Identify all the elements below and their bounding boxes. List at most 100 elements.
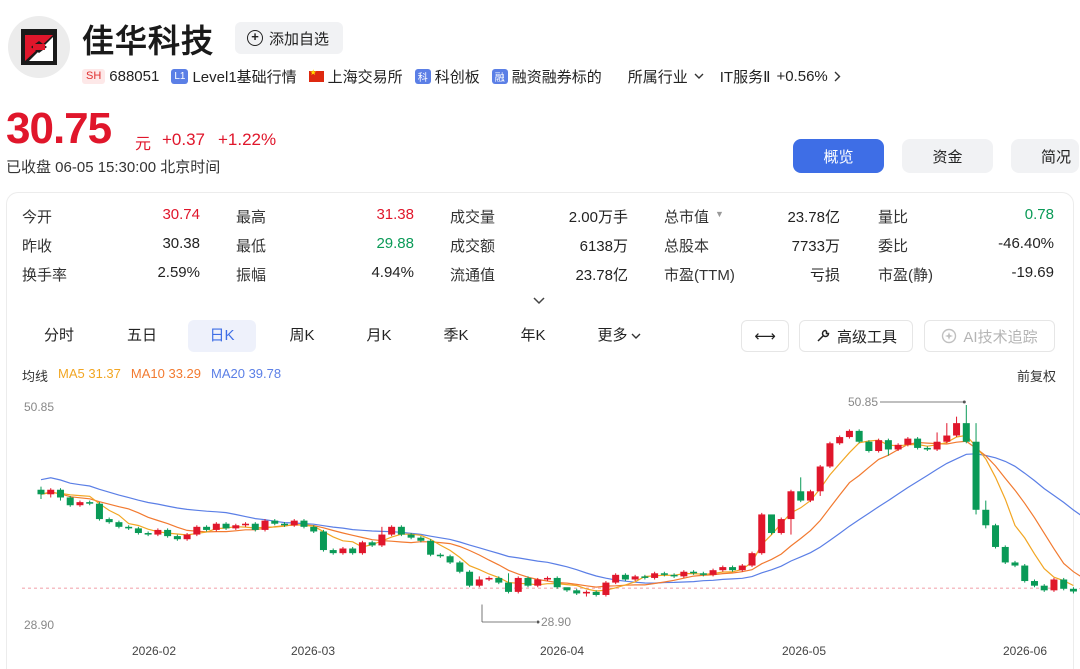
candle-body	[972, 441, 980, 510]
stat-value: -46.40%	[998, 235, 1054, 252]
stat-label: 市盈(静)	[878, 267, 933, 284]
caret-down-icon[interactable]: ▼	[715, 209, 724, 219]
level1-tag[interactable]: L1 Level1基础行情	[171, 66, 297, 87]
min-annotation-dot	[536, 620, 540, 624]
candle-body	[1060, 579, 1068, 589]
candle-body	[855, 430, 863, 442]
candle-body	[680, 571, 688, 577]
candle-body	[417, 537, 425, 541]
tab-five-day[interactable]: 五日	[105, 320, 179, 352]
stat-label: 昨收	[22, 238, 53, 255]
tab-overview[interactable]: 概览	[793, 139, 884, 173]
candle	[76, 500, 84, 507]
advanced-tools-button[interactable]: 高级工具	[799, 320, 913, 352]
candle	[300, 519, 308, 529]
company-logo	[8, 16, 70, 78]
candle	[1069, 587, 1077, 594]
tab-more[interactable]: 更多	[582, 320, 656, 352]
candle	[865, 440, 873, 453]
tab-capital[interactable]: 资金	[902, 139, 993, 173]
stat-label: 今开	[22, 209, 53, 226]
candle-body	[251, 523, 259, 530]
kline-chart[interactable]: 50.85 28.90 50.85 28.90 2026-02 2026-03 2026-0…	[0, 388, 1080, 669]
ma5-value: MA5 31.37	[58, 366, 121, 381]
candle-body	[904, 438, 912, 445]
candle-body	[436, 554, 444, 557]
candle-body	[339, 548, 347, 554]
candle-body	[914, 438, 922, 448]
candle-body	[777, 519, 785, 534]
candle	[203, 525, 211, 532]
candle	[748, 551, 756, 568]
chevron-down-icon[interactable]	[532, 296, 546, 306]
candle-body	[505, 582, 513, 592]
candle-body	[748, 553, 756, 566]
candle	[319, 529, 327, 552]
candle-body	[923, 447, 931, 450]
candle-body	[134, 528, 142, 534]
candle	[134, 526, 142, 535]
tab-yearly-k[interactable]: 年K	[496, 320, 570, 352]
industry-dropdown[interactable]: 所属行业 IT服务Ⅱ +0.56%	[628, 66, 841, 87]
fit-width-button[interactable]: ⟷	[741, 320, 789, 352]
candle	[855, 429, 863, 444]
candle-body	[758, 514, 766, 554]
candle-body	[719, 567, 727, 571]
candle	[154, 528, 162, 537]
candle	[816, 464, 824, 496]
exchange-tag[interactable]: 上海交易所	[308, 66, 403, 87]
candle-body	[651, 573, 659, 578]
level1-label: Level1基础行情	[192, 68, 297, 86]
last-price: 30.75	[6, 104, 112, 153]
china-flag-icon	[308, 68, 324, 82]
stat-value: 23.78亿	[787, 209, 840, 226]
tab-intraday[interactable]: 分时	[22, 320, 96, 352]
candle	[427, 539, 435, 557]
candle	[602, 581, 610, 597]
x-axis-tick-label: 2026-06	[1003, 644, 1047, 658]
add-watchlist-button[interactable]: + 添加自选	[235, 22, 344, 54]
candle	[719, 565, 727, 572]
candle	[436, 553, 444, 558]
candle-body	[1021, 565, 1029, 582]
industry-change: +0.56%	[776, 67, 828, 85]
star-market-tag[interactable]: 科 科创板	[414, 66, 480, 87]
candle	[339, 546, 347, 555]
stat-value: 30.74	[162, 206, 200, 223]
advanced-tools-label: 高级工具	[836, 328, 897, 346]
candle-body	[475, 579, 483, 586]
candle-body	[407, 534, 415, 538]
candle-body	[329, 550, 337, 554]
industry-name: IT服务Ⅱ	[719, 68, 771, 86]
candle-body	[212, 523, 220, 530]
stat-value: -19.69	[1011, 264, 1054, 281]
margin-tag[interactable]: 融 融资融券标的	[491, 66, 602, 87]
stat-value: 30.38	[162, 235, 200, 252]
candle	[105, 517, 113, 524]
stats-row: 换手率 2.59% 振幅 4.94% 流通值 23.78亿 市盈(TTM) 亏损 市盈(静) -1…	[22, 264, 1062, 288]
tab-monthly-k[interactable]: 月K	[342, 320, 416, 352]
tab-weekly-k[interactable]: 周K	[265, 320, 339, 352]
candle	[797, 477, 805, 503]
candle-body	[47, 489, 55, 495]
candle	[378, 526, 386, 547]
ai-tracking-button[interactable]: AI技术追踪	[924, 320, 1055, 352]
candle-body	[612, 574, 620, 583]
candle	[397, 525, 405, 537]
candle-body	[982, 509, 990, 526]
candle	[388, 525, 396, 537]
candle-body	[222, 523, 230, 529]
price-adjust-toggle[interactable]: 前复权	[1017, 366, 1056, 385]
tab-quarterly-k[interactable]: 季K	[419, 320, 493, 352]
candle-body	[543, 577, 551, 580]
view-tabs: 概览 资金 简况	[793, 139, 1079, 173]
candle	[787, 489, 795, 535]
candle	[329, 548, 337, 555]
tab-daily-k[interactable]: 日K	[188, 320, 256, 352]
stat-label: 流通值	[450, 267, 496, 284]
company-logo-mark	[21, 29, 57, 65]
candle	[456, 560, 464, 574]
candle	[777, 517, 785, 535]
candle-body	[845, 430, 853, 438]
tab-profile[interactable]: 简况	[1011, 139, 1079, 173]
